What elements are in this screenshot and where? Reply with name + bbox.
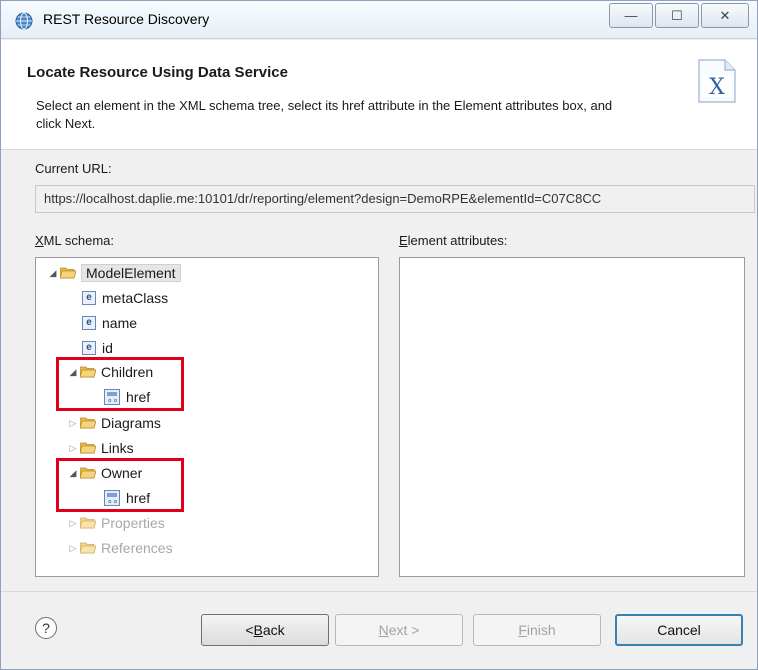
close-button[interactable]: ✕	[701, 3, 749, 28]
current-url-field[interactable]: https://localhost.daplie.me:10101/dr/rep…	[35, 185, 755, 213]
help-button[interactable]: ?	[35, 617, 57, 639]
tree-node-label: References	[101, 540, 173, 556]
tree-node-label: id	[102, 340, 113, 356]
finish-label: inish	[526, 622, 556, 638]
footer-divider	[1, 591, 757, 592]
collapsed-arrow-icon[interactable]: ▷	[66, 443, 80, 454]
tree-node-name[interactable]: e name	[82, 312, 137, 334]
element-attributes-list[interactable]	[399, 257, 745, 577]
tree-node-label: ModelElement	[81, 264, 181, 282]
folder-open-icon	[80, 542, 96, 554]
globe-icon	[15, 12, 33, 30]
next-label: ext >	[388, 622, 420, 638]
svg-text:X: X	[709, 75, 725, 100]
finish-button[interactable]: Finish	[473, 614, 601, 646]
element-icon: e	[82, 316, 96, 330]
highlight-box-owner	[56, 458, 184, 512]
tree-node-references[interactable]: ▷ References	[66, 537, 173, 559]
back-mnemonic: B	[253, 622, 263, 638]
tree-node-id[interactable]: e id	[82, 337, 113, 359]
tree-node-label: name	[102, 315, 138, 331]
header-banner: Locate Resource Using Data Service Selec…	[1, 40, 757, 150]
tree-node-label: metaClass	[102, 290, 169, 306]
maximize-button[interactable]: ☐	[655, 3, 699, 28]
collapsed-arrow-icon[interactable]: ▷	[66, 543, 80, 554]
tree-node-label: Links	[101, 440, 134, 456]
xml-schema-label: XML schema:	[35, 233, 114, 248]
xml-file-icon: X	[698, 59, 736, 103]
folder-open-icon	[60, 267, 76, 279]
folder-open-icon	[80, 442, 96, 454]
collapsed-arrow-icon[interactable]: ▷	[66, 518, 80, 529]
tree-node-properties[interactable]: ▷ Properties	[66, 512, 165, 534]
next-button[interactable]: Next >	[335, 614, 463, 646]
close-icon: ✕	[719, 7, 731, 23]
back-label-prefix: <	[245, 622, 254, 638]
title-bar[interactable]: REST Resource Discovery — ☐ ✕	[1, 1, 757, 39]
tree-node-diagrams[interactable]: ▷ Diagrams	[66, 412, 161, 434]
minimize-button[interactable]: —	[609, 3, 653, 28]
element-icon: e	[82, 341, 96, 355]
help-icon: ?	[42, 620, 50, 636]
xml-schema-tree[interactable]: ◢ ModelElement e metaClass e name e id ◢…	[35, 257, 379, 577]
highlight-box-children	[56, 357, 184, 411]
current-url-value: https://localhost.daplie.me:10101/dr/rep…	[44, 191, 602, 206]
page-description: Select an element in the XML schema tree…	[36, 98, 613, 131]
back-label: ack	[262, 622, 285, 638]
tree-node-links[interactable]: ▷ Links	[66, 437, 134, 459]
tree-node-label: Properties	[101, 515, 165, 531]
tree-node-modelelement[interactable]: ◢ ModelElement	[46, 262, 181, 284]
back-button[interactable]: < Back	[201, 614, 329, 646]
minimize-icon: —	[624, 8, 638, 23]
window-title: REST Resource Discovery	[43, 11, 210, 27]
expanded-arrow-icon[interactable]: ◢	[46, 268, 60, 279]
cancel-button[interactable]: Cancel	[615, 614, 743, 646]
element-attributes-label: Element attributes:	[399, 233, 507, 248]
collapsed-arrow-icon[interactable]: ▷	[66, 418, 80, 429]
folder-open-icon	[80, 517, 96, 529]
element-icon: e	[82, 291, 96, 305]
folder-open-icon	[80, 417, 96, 429]
page-title: Locate Resource Using Data Service	[27, 64, 288, 81]
xml-schema-mnemonic: X	[35, 233, 44, 248]
finish-mnemonic: F	[518, 622, 527, 638]
tree-node-label: Diagrams	[101, 415, 161, 431]
next-mnemonic: N	[378, 622, 389, 638]
cancel-label: Cancel	[657, 622, 701, 638]
current-url-label: Current URL:	[35, 161, 112, 176]
element-attributes-mnemonic: E	[399, 233, 408, 248]
rest-resource-discovery-dialog: REST Resource Discovery — ☐ ✕ Locate Res…	[0, 0, 758, 670]
xml-schema-label-text: ML schema:	[43, 233, 114, 248]
element-attributes-label-text: lement attributes:	[407, 233, 508, 248]
maximize-icon: ☐	[671, 7, 683, 23]
tree-node-metaclass[interactable]: e metaClass	[82, 287, 168, 309]
